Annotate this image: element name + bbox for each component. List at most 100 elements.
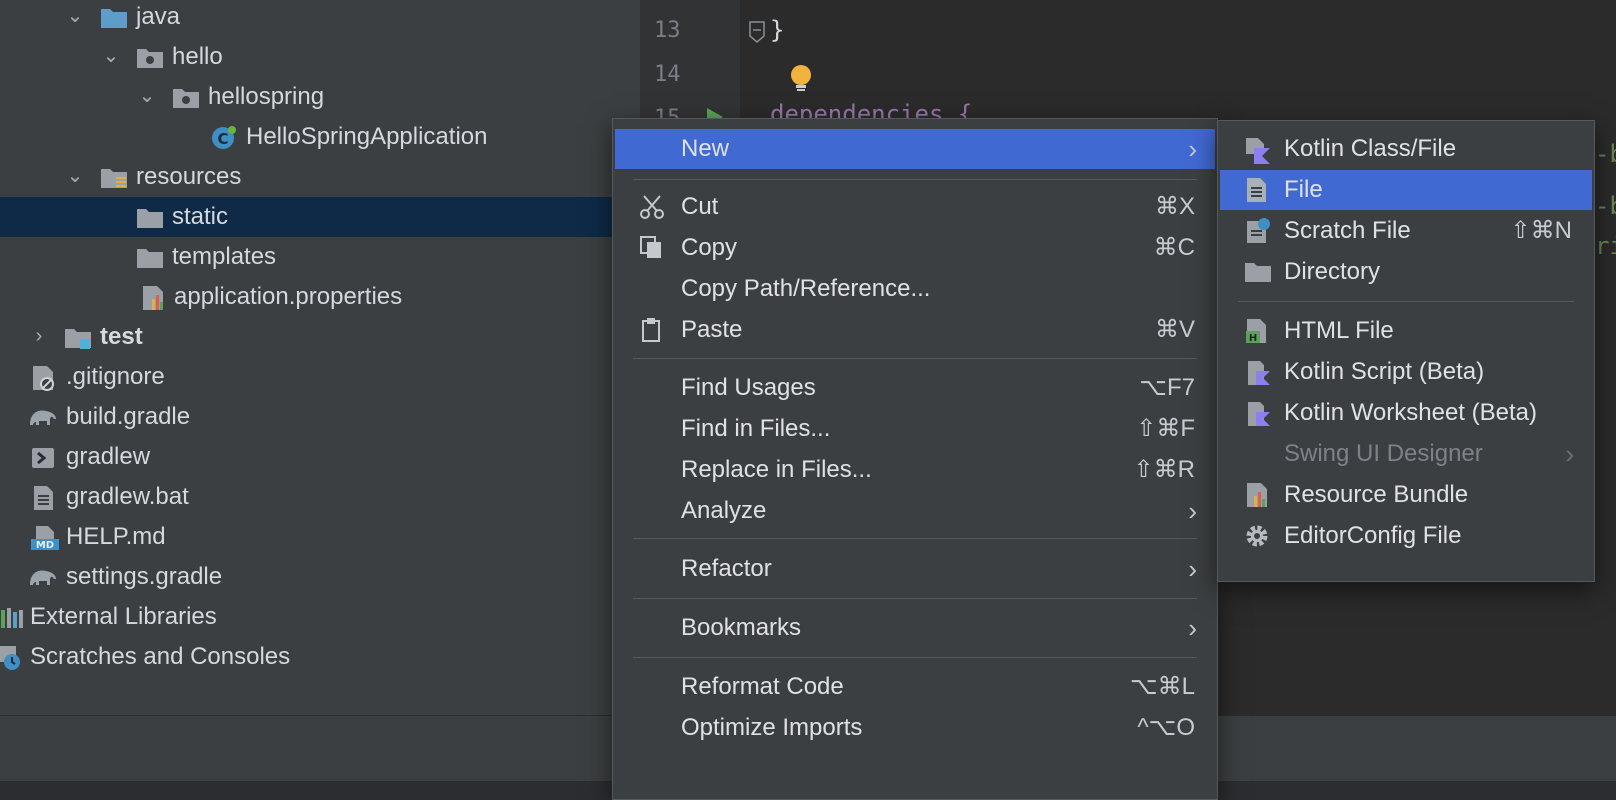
menu-item-label: Kotlin Class/File xyxy=(1284,135,1457,162)
menu-item-cut[interactable]: Cut ⌘X xyxy=(615,187,1215,227)
menu-item-copy[interactable]: Copy ⌘C xyxy=(615,228,1215,268)
menu-item-copy-path[interactable]: Copy Path/Reference... xyxy=(615,269,1215,309)
menu-item-refactor[interactable]: Refactor › xyxy=(615,549,1215,589)
menu-item-reformat-code[interactable]: Reformat Code ⌥⌘L xyxy=(615,667,1215,707)
chevron-down-icon[interactable]: ⌄ xyxy=(64,165,86,187)
kotlin-file-icon xyxy=(1244,136,1272,164)
tree-item-help-md[interactable]: MD HELP.md xyxy=(0,517,640,557)
menu-item-replace-in-files[interactable]: Replace in Files... ⇧⌘R xyxy=(615,450,1215,490)
fold-marker-icon[interactable] xyxy=(748,20,766,49)
submenu-item-kotlin-script[interactable]: Kotlin Script (Beta) xyxy=(1220,352,1592,392)
chevron-down-icon[interactable]: ⌄ xyxy=(64,5,86,27)
tree-item-build-gradle[interactable]: build.gradle xyxy=(0,397,640,437)
menu-item-label: Paste xyxy=(681,316,743,343)
tree-item-label: .gitignore xyxy=(66,363,165,390)
tree-item-hellospringapplication[interactable]: C HelloSpringApplication xyxy=(0,117,640,157)
chevron-down-icon[interactable]: ⌄ xyxy=(136,85,158,107)
chevron-down-icon[interactable]: ⌄ xyxy=(100,45,122,67)
file-icon xyxy=(1244,177,1272,203)
tree-item-gradlew-bat[interactable]: gradlew.bat xyxy=(0,477,640,517)
tree-item-gitignore[interactable]: .gitignore xyxy=(0,357,640,397)
shell-script-icon xyxy=(30,445,58,469)
project-tree: ⌄ java ⌄ hello ⌄ hellospring C HelloSpri… xyxy=(0,0,640,780)
scratch-file-icon xyxy=(1244,218,1272,244)
test-folder-icon xyxy=(64,325,92,349)
menu-item-label: New xyxy=(681,135,730,162)
tree-item-external-libraries[interactable]: External Libraries xyxy=(0,597,640,637)
tree-item-hellospring[interactable]: ⌄ hellospring xyxy=(0,77,640,117)
tree-item-gradlew[interactable]: gradlew xyxy=(0,437,640,477)
chevron-right-icon[interactable]: › xyxy=(28,325,50,347)
chevron-right-icon: › xyxy=(1188,134,1197,164)
menu-shortcut: ⌥⌘L xyxy=(1129,673,1195,700)
tree-item-hello[interactable]: ⌄ hello xyxy=(0,37,640,77)
intention-bulb-icon[interactable] xyxy=(788,64,814,99)
properties-file-icon xyxy=(140,285,168,310)
text-file-icon xyxy=(32,485,60,510)
tree-item-label: resources xyxy=(136,163,242,190)
menu-item-new[interactable]: New › xyxy=(615,129,1215,169)
kotlin-worksheet-icon xyxy=(1244,400,1272,426)
tree-item-scratches[interactable]: Scratches and Consoles xyxy=(0,637,640,677)
menu-item-label: Optimize Imports xyxy=(681,714,863,741)
submenu-item-directory[interactable]: Directory xyxy=(1220,252,1592,292)
menu-item-label: Copy Path/Reference... xyxy=(681,275,931,302)
copy-icon xyxy=(639,235,667,261)
source-folder-icon xyxy=(100,5,128,29)
tree-item-label: HelloSpringApplication xyxy=(246,123,488,150)
menu-item-label: Replace in Files... xyxy=(681,456,872,483)
tree-item-application-properties[interactable]: application.properties xyxy=(0,277,640,317)
submenu-item-scratch-file[interactable]: Scratch File ⇧⌘N xyxy=(1220,211,1592,251)
tree-item-static[interactable]: static xyxy=(0,197,640,237)
package-icon xyxy=(172,85,200,109)
menu-item-label: HTML File xyxy=(1284,317,1394,344)
submenu-item-html-file[interactable]: H HTML File xyxy=(1220,311,1592,351)
tree-item-label: HELP.md xyxy=(66,523,166,550)
menu-item-analyze[interactable]: Analyze › xyxy=(615,491,1215,531)
tree-item-label: settings.gradle xyxy=(66,563,223,590)
html-file-icon: H xyxy=(1244,318,1272,344)
tree-item-test[interactable]: › test xyxy=(0,317,640,357)
tree-item-label: templates xyxy=(172,243,277,270)
code-brace: } xyxy=(770,16,785,44)
menu-item-bookmarks[interactable]: Bookmarks › xyxy=(615,608,1215,648)
menu-separator xyxy=(633,657,1197,658)
menu-item-find-in-files[interactable]: Find in Files... ⇧⌘F xyxy=(615,409,1215,449)
menu-item-label: Bookmarks xyxy=(681,614,802,641)
menu-item-label: Swing UI Designer xyxy=(1284,440,1483,467)
tree-item-templates[interactable]: templates xyxy=(0,237,640,277)
menu-separator xyxy=(633,179,1197,180)
menu-item-label: Directory xyxy=(1284,258,1381,285)
menu-item-optimize-imports[interactable]: Optimize Imports ^⌥O xyxy=(615,708,1215,748)
submenu-item-resource-bundle[interactable]: Resource Bundle xyxy=(1220,475,1592,515)
menu-item-label: Find Usages xyxy=(681,374,816,401)
spring-class-icon: C xyxy=(210,125,238,149)
submenu-item-file[interactable]: File xyxy=(1220,170,1592,210)
submenu-item-kotlin-class-file[interactable]: Kotlin Class/File xyxy=(1220,129,1592,169)
menu-item-paste[interactable]: Paste ⌘V xyxy=(615,310,1215,350)
code-fragment: -b xyxy=(1595,140,1616,168)
tree-item-resources[interactable]: ⌄ resources xyxy=(0,157,640,197)
tree-item-label: External Libraries xyxy=(30,603,217,630)
scissors-icon xyxy=(639,194,667,220)
tree-item-label: application.properties xyxy=(174,283,403,310)
tree-item-settings-gradle[interactable]: settings.gradle xyxy=(0,557,640,597)
menu-shortcut: ⌘V xyxy=(1154,316,1195,343)
chevron-right-icon: › xyxy=(1188,554,1197,584)
menu-item-label: Kotlin Worksheet (Beta) xyxy=(1284,399,1537,426)
submenu-item-swing-ui-designer[interactable]: Swing UI Designer › xyxy=(1220,434,1592,474)
menu-item-find-usages[interactable]: Find Usages ⌥F7 xyxy=(615,368,1215,408)
tree-item-java[interactable]: ⌄ java xyxy=(0,0,640,37)
folder-icon xyxy=(1244,259,1272,285)
submenu-item-editorconfig-file[interactable]: EditorConfig File xyxy=(1220,516,1592,556)
menu-item-label: Copy xyxy=(681,234,738,261)
folder-icon xyxy=(136,205,164,229)
chevron-right-icon: › xyxy=(1565,439,1574,469)
resources-folder-icon xyxy=(100,165,128,189)
menu-separator xyxy=(633,358,1197,359)
tree-item-label: gradlew.bat xyxy=(66,483,189,510)
tree-item-label: hellospring xyxy=(208,83,325,110)
menu-shortcut: ⌘C xyxy=(1153,234,1195,261)
gradle-elephant-icon xyxy=(28,405,56,429)
submenu-item-kotlin-worksheet[interactable]: Kotlin Worksheet (Beta) xyxy=(1220,393,1592,433)
